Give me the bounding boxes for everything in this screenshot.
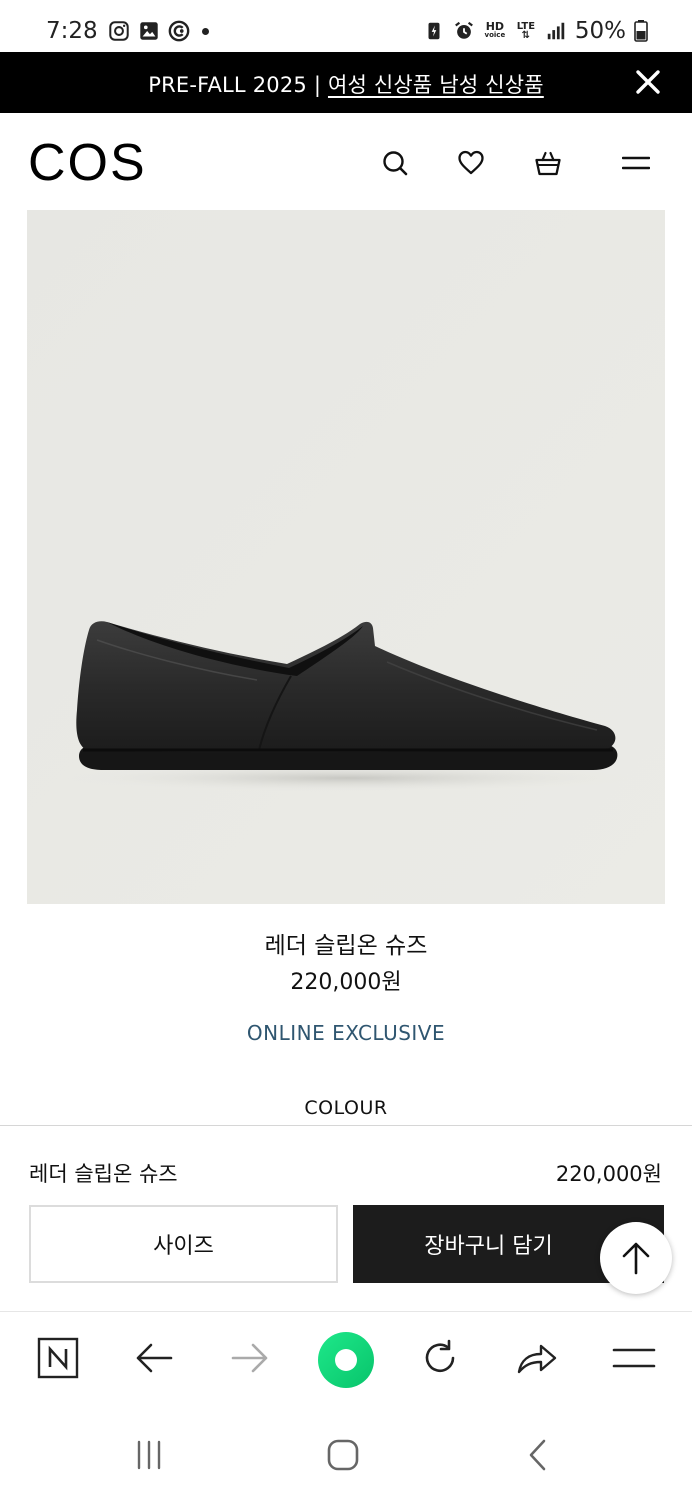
alarm-icon: [454, 21, 473, 39]
site-header: COS: [0, 113, 692, 209]
battery-saver-icon: [428, 22, 440, 40]
home-green-icon[interactable]: [318, 1332, 374, 1388]
size-select-button[interactable]: 사이즈: [29, 1205, 338, 1283]
brand-logo[interactable]: COS: [28, 133, 147, 193]
status-bar: 7:28 HD voice LTE ⇅ 50%: [0, 0, 692, 52]
search-icon[interactable]: [381, 149, 409, 177]
menu-icon[interactable]: [622, 149, 650, 177]
status-icons-right: HD voice LTE ⇅ 50%: [423, 18, 648, 44]
scroll-to-top-button[interactable]: [600, 1222, 672, 1294]
lte-icon: LTE ⇅: [516, 21, 536, 41]
basket-icon[interactable]: [534, 149, 562, 177]
promo-new-arrivals-link[interactable]: 여성 신상품 남성 신상품: [328, 73, 544, 97]
promo-prefix: PRE-FALL 2025 |: [148, 73, 328, 97]
home-icon[interactable]: [323, 1435, 363, 1475]
shoe-illustration: [27, 210, 665, 904]
promo-text: PRE-FALL 2025 | 여성 신상품 남성 신상품: [0, 69, 692, 99]
back-arrow-icon[interactable]: [130, 1334, 178, 1382]
heart-icon[interactable]: [457, 149, 485, 177]
promo-banner: PRE-FALL 2025 | 여성 신상품 남성 신상품: [0, 52, 692, 113]
close-icon[interactable]: [634, 68, 662, 96]
product-price: 220,000원: [290, 970, 402, 995]
back-icon[interactable]: [517, 1435, 557, 1475]
instagram-icon: [109, 21, 129, 41]
arrow-up-icon: [622, 1242, 650, 1275]
share-icon[interactable]: [513, 1334, 561, 1382]
refresh-icon[interactable]: [416, 1334, 464, 1382]
browser-toolbar: [0, 1311, 692, 1411]
status-time: 7:28: [46, 18, 98, 44]
battery-icon: [634, 20, 648, 42]
recent-apps-icon[interactable]: [129, 1435, 169, 1475]
purchase-bar-product-name: 레더 슬립온 슈즈: [29, 1162, 178, 1186]
browser-menu-icon[interactable]: [610, 1334, 658, 1382]
system-nav-bar: [0, 1411, 692, 1500]
colour-label: COLOUR: [304, 1097, 388, 1119]
purchase-bar-price: 220,000원: [555, 1162, 662, 1186]
purchase-bar: 레더 슬립온 슈즈 220,000원 사이즈 장바구니 담기: [0, 1125, 692, 1311]
forward-arrow-icon[interactable]: [226, 1334, 274, 1382]
notification-dot: [202, 27, 209, 35]
status-icons-left: [108, 20, 209, 42]
signal-icon: [547, 22, 565, 40]
product-image[interactable]: [27, 210, 665, 904]
cast-icon: [168, 20, 190, 42]
hd-voice-icon: HD voice: [484, 20, 506, 39]
online-exclusive-badge: ONLINE EXCLUSIVE: [246, 1021, 446, 1045]
naver-n-icon[interactable]: [34, 1334, 82, 1382]
battery-percent: 50%: [574, 18, 626, 44]
gallery-icon: [140, 22, 158, 40]
product-name: 레더 슬립온 슈즈: [264, 933, 428, 959]
